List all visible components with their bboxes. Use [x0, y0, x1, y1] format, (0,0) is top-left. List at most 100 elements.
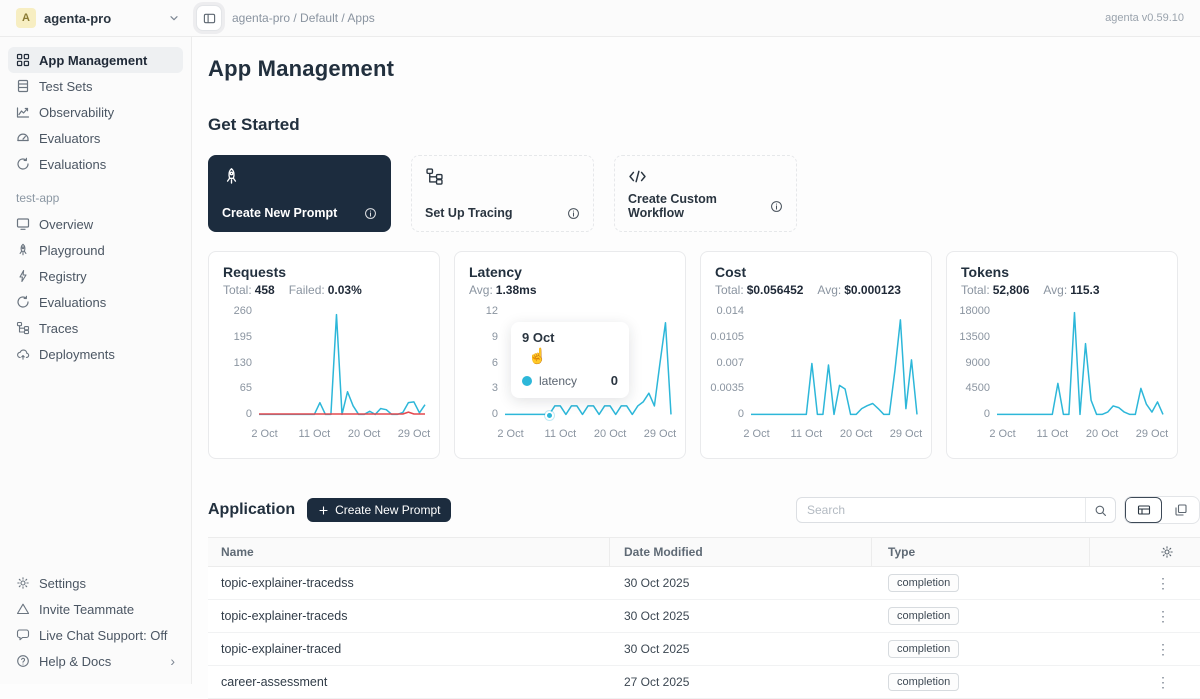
x-axis: 2 Oct11 Oct20 Oct29 Oct — [505, 426, 671, 444]
chart-stat: Failed:0.03% — [289, 283, 362, 297]
info-icon[interactable] — [567, 207, 580, 220]
chart-stats: Avg:1.38ms — [469, 283, 671, 297]
tooltip-date: 9 Oct — [522, 330, 618, 345]
sidebar-item-test-sets[interactable]: Test Sets — [8, 73, 183, 99]
workspace-switcher[interactable]: A agenta-pro — [0, 8, 192, 28]
triangle-icon — [16, 602, 30, 616]
topbar: A agenta-pro agenta-pro / Default / Apps… — [0, 0, 1200, 37]
refresh-icon — [16, 295, 30, 309]
sidebar-collapse-button[interactable] — [196, 5, 222, 31]
requests-chart-card: Requests Total:458Failed:0.03% 260195130… — [208, 251, 440, 459]
create-new-prompt-card[interactable]: Create New Prompt — [208, 155, 391, 232]
chart-stats: Total:52,806 Avg:115.3 — [961, 283, 1163, 297]
y-axis: 260195130650 — [223, 305, 259, 420]
sidebar-item-label: Registry — [39, 269, 87, 284]
metrics-charts: Requests Total:458Failed:0.03% 260195130… — [208, 251, 1200, 459]
sidebar-item-traces[interactable]: Traces — [8, 315, 183, 341]
chart-stat: Avg:$0.000123 — [817, 283, 901, 297]
app-name: topic-explainer-traced — [208, 633, 610, 665]
cost-plot[interactable] — [751, 311, 917, 416]
sidebar-item-registry[interactable]: Registry — [8, 263, 183, 289]
breadcrumb[interactable]: agenta-pro / Default / Apps — [232, 11, 375, 25]
card-view-icon — [1174, 503, 1188, 517]
plus-icon — [318, 505, 329, 516]
get-started-cards: Create New Prompt Set Up Tracing Create … — [208, 155, 1200, 232]
create-new-prompt-button[interactable]: Create New Prompt — [307, 498, 451, 522]
sidebar-item-live-chat[interactable]: Live Chat Support: Off — [8, 622, 183, 648]
chevron-right-icon: › — [170, 653, 175, 669]
panel-left-icon — [203, 12, 216, 25]
sidebar-item-label: Deployments — [39, 347, 115, 362]
table-view-button[interactable] — [1125, 497, 1162, 523]
chart-title: Requests — [223, 264, 425, 280]
monitor-icon — [16, 217, 30, 231]
sidebar-item-label: Observability — [39, 105, 114, 120]
get-started-heading: Get Started — [208, 115, 1200, 135]
x-axis: 2 Oct11 Oct20 Oct29 Oct — [997, 426, 1163, 444]
sidebar-item-help-docs[interactable]: Help & Docs › — [8, 648, 183, 674]
sidebar-item-label: Live Chat Support: Off — [39, 628, 167, 643]
sidebar-item-playground[interactable]: Playground — [8, 237, 183, 263]
card-label: Set Up Tracing — [425, 206, 513, 220]
sidebar-item-evaluations[interactable]: Evaluations — [8, 151, 183, 177]
info-icon[interactable] — [770, 200, 783, 213]
chart-tooltip: 9 Oct ☝ latency 0 — [511, 322, 629, 398]
info-icon[interactable] — [364, 207, 377, 220]
row-menu-icon[interactable]: ⋮ — [1152, 674, 1174, 691]
sidebar-item-observability[interactable]: Observability — [8, 99, 183, 125]
tracing-icon — [425, 167, 580, 186]
type-badge: completion — [888, 574, 959, 592]
card-view-button[interactable] — [1162, 497, 1199, 523]
table-row[interactable]: career-assessment 27 Oct 2025 completion… — [208, 666, 1200, 699]
latency-chart-card: Latency Avg:1.38ms 129630 2 Oct11 Oct20 … — [454, 251, 686, 459]
sidebar-item-deployments[interactable]: Deployments — [8, 341, 183, 367]
tokens-plot[interactable] — [997, 311, 1163, 416]
sidebar-item-invite-teammate[interactable]: Invite Teammate — [8, 596, 183, 622]
type-badge: completion — [888, 640, 959, 658]
chart-stat: Avg:115.3 — [1043, 283, 1099, 297]
applications-table: Name Date Modified Type topic-explainer-… — [208, 537, 1200, 699]
chart-stats: Total:$0.056452Avg:$0.000123 — [715, 283, 917, 297]
sidebar-item-overview[interactable]: Overview — [8, 211, 183, 237]
cloud-icon — [16, 347, 30, 361]
tokens-chart-card: Tokens Total:52,806Avg:115.3 18000135009… — [946, 251, 1178, 459]
chart-icon — [16, 105, 30, 119]
column-header-name: Name — [208, 538, 610, 566]
table-row[interactable]: topic-explainer-tracedss 30 Oct 2025 com… — [208, 567, 1200, 600]
workspace-avatar: A — [16, 8, 36, 28]
set-up-tracing-card[interactable]: Set Up Tracing — [411, 155, 594, 232]
table-row[interactable]: topic-explainer-traceds 30 Oct 2025 comp… — [208, 600, 1200, 633]
y-axis: 0.0140.01050.0070.00350 — [715, 305, 751, 420]
table-settings-gear-icon[interactable] — [1160, 545, 1174, 559]
sidebar-item-app-management[interactable]: App Management — [8, 47, 183, 73]
app-date-modified: 30 Oct 2025 — [610, 600, 872, 632]
row-menu-icon[interactable]: ⋮ — [1152, 608, 1174, 625]
tooltip-value: 0 — [611, 373, 618, 388]
chart-stats: Total:458Failed:0.03% — [223, 283, 425, 297]
search-box — [796, 497, 1116, 523]
gauge-icon — [16, 131, 30, 145]
search-icon[interactable] — [1085, 498, 1115, 522]
create-custom-workflow-card[interactable]: Create Custom Workflow — [614, 155, 797, 232]
rocket-icon — [16, 243, 30, 257]
sidebar-item-evaluators[interactable]: Evaluators — [8, 125, 183, 151]
sidebar-item-label: Help & Docs — [39, 654, 111, 669]
grid-icon — [16, 53, 30, 67]
row-menu-icon[interactable]: ⋮ — [1152, 641, 1174, 658]
sidebar-item-label: Evaluations — [39, 295, 106, 310]
table-row[interactable]: topic-explainer-traced 30 Oct 2025 compl… — [208, 633, 1200, 666]
sidebar-item-label: App Management — [39, 53, 147, 68]
sidebar-item-label: Overview — [39, 217, 93, 232]
bolt-icon — [16, 269, 30, 283]
row-menu-icon[interactable]: ⋮ — [1152, 575, 1174, 592]
sidebar-item-label: Traces — [39, 321, 78, 336]
sidebar-item-evaluations-app[interactable]: Evaluations — [8, 289, 183, 315]
sidebar-item-settings[interactable]: Settings — [8, 570, 183, 596]
chevron-down-icon — [168, 12, 180, 24]
chart-stat: Total:52,806 — [961, 283, 1029, 297]
requests-plot[interactable] — [259, 311, 425, 416]
type-badge: completion — [888, 607, 959, 625]
search-input[interactable] — [797, 503, 1085, 517]
app-name: topic-explainer-traceds — [208, 600, 610, 632]
tracing-icon — [16, 321, 30, 335]
